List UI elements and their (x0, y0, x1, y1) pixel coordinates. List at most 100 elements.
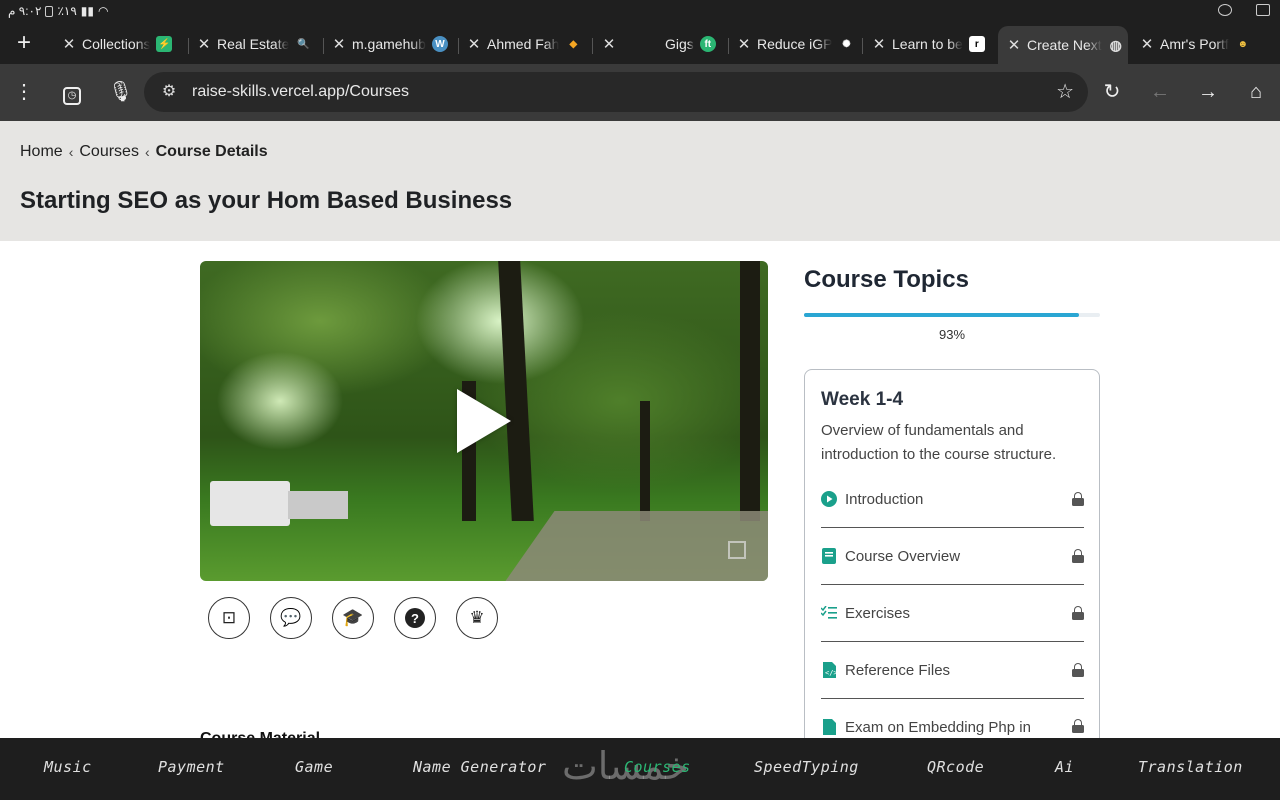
close-tab-icon[interactable]: ✕ (62, 35, 76, 53)
new-tab-button[interactable]: + (12, 31, 36, 56)
nav-music[interactable]: Music (44, 758, 92, 776)
tab-real-estate[interactable]: ✕ Real Estate 🔍 (197, 28, 311, 60)
close-tab-icon[interactable]: ✕ (737, 35, 751, 53)
lock-icon (1072, 492, 1084, 506)
close-tab-icon[interactable]: ✕ (197, 35, 211, 53)
signal-icon: ▮▮ (80, 4, 94, 18)
back-icon[interactable]: ← (1148, 80, 1172, 104)
tab-create-next[interactable]: ✕ Create Next ◍ (998, 26, 1128, 64)
crown-icon[interactable]: ♛ (456, 597, 498, 639)
close-tab-icon[interactable]: ✕ (602, 35, 616, 53)
tree-trunk (640, 401, 650, 521)
tab-switcher-icon[interactable]: ◷ (60, 80, 84, 105)
play-circle-icon (821, 491, 837, 507)
chevron-left-icon: ‹ (68, 144, 74, 160)
close-tab-icon[interactable]: ✕ (467, 35, 481, 53)
lock-icon (1072, 719, 1084, 733)
breadcrumb-current: Course Details (155, 143, 268, 160)
close-tab-icon[interactable]: ✕ (1007, 36, 1021, 54)
home-icon[interactable]: ⌂ (1244, 80, 1268, 104)
forward-icon[interactable]: → (1196, 80, 1220, 104)
ad-icon (1218, 4, 1232, 16)
nav-game[interactable]: Game (295, 758, 333, 776)
bottom-nav: خمسات Music Payment Game Name Generator … (0, 738, 1280, 800)
bookmark-star-icon[interactable]: ☆ (1056, 80, 1074, 104)
course-actions: ⊡ 💬 🎓 ? ♛ (208, 597, 498, 639)
svg-text:</>: </> (825, 669, 836, 677)
tab-blank[interactable]: ✕ (602, 28, 622, 60)
nav-speedtyping[interactable]: SpeedTyping (754, 758, 859, 776)
teacher-icon[interactable]: ⊡ (208, 597, 250, 639)
reload-icon[interactable]: ↻ (1100, 80, 1124, 104)
topic-exercises[interactable]: Exercises (821, 585, 1084, 642)
video-player[interactable] (200, 261, 768, 581)
file-icon (821, 719, 837, 735)
nav-payment[interactable]: Payment (158, 758, 225, 776)
tab-gamehub[interactable]: ✕ m.gamehub W (332, 28, 448, 60)
nav-qrcode[interactable]: QRcode (927, 758, 984, 776)
week-card: Week 1-4 Overview of fundamentals and in… (804, 369, 1100, 789)
chevron-left-icon: ‹ (144, 144, 150, 160)
nav-ai[interactable]: Ai (1055, 758, 1074, 776)
url-text[interactable]: raise-skills.vercel.app/Courses (192, 83, 409, 101)
site-settings-icon[interactable]: ⚙ (158, 81, 180, 103)
play-icon[interactable] (457, 389, 511, 453)
week-title: Week 1-4 (821, 389, 904, 410)
address-bar[interactable]: ⚙ raise-skills.vercel.app/Courses ☆ (144, 72, 1088, 112)
orange-logo-icon: ◆ (569, 38, 578, 50)
tab-gigs[interactable]: Gigs ft (665, 28, 716, 60)
search-emoji-icon: 🔍 (297, 38, 310, 50)
checklist-icon (821, 605, 837, 621)
r-logo-icon: r (968, 36, 985, 52)
tab-amr-portfolio[interactable]: ✕ Amr's Portf ☻ (1140, 28, 1251, 60)
help-icon[interactable]: ? (394, 597, 436, 639)
topic-introduction[interactable]: Introduction (821, 471, 1084, 528)
topic-reference-files[interactable]: </> Reference Files (821, 642, 1084, 699)
progress-fill (804, 313, 1080, 317)
page-title: Starting SEO as your Hom Based Business (20, 187, 513, 214)
code-file-icon: </> (821, 662, 837, 678)
status-bar: ٩:٠٢ م ٪١٩ ▮▮ ◠ (0, 0, 1280, 24)
menu-dots-icon[interactable]: ⋮ (12, 80, 36, 104)
battery-icon (45, 5, 54, 17)
close-tab-icon[interactable]: ✕ (1140, 35, 1154, 53)
avatar-emoji-icon: ☻ (1237, 38, 1249, 50)
gallery-icon (1256, 4, 1270, 16)
close-tab-icon[interactable]: ✕ (872, 35, 886, 53)
ft-logo-icon: ft (699, 36, 716, 52)
wifi-icon: ◠ (98, 4, 109, 18)
breadcrumb-home[interactable]: Home (20, 143, 63, 161)
status-time: ٩:٠٢ م (8, 4, 42, 18)
green-bolt-icon: ⚡ (156, 36, 173, 52)
progress-percent: 93% (938, 327, 966, 342)
tab-collections[interactable]: ✕ Collections ⚡ (62, 28, 173, 60)
fullscreen-icon[interactable] (728, 541, 746, 559)
breadcrumb: Home ‹ Courses ‹ Course Details (20, 143, 268, 161)
nav-courses[interactable]: Courses (624, 758, 691, 776)
graduation-cap-icon[interactable]: 🎓 (332, 597, 374, 639)
course-progress-bar (804, 313, 1100, 317)
bus (288, 491, 348, 519)
course-topics-title: Course Topics (804, 266, 969, 293)
tab-strip: + ✕ Collections ⚡ ✕ Real Estate 🔍 ✕ m.ga… (0, 24, 1280, 64)
close-tab-icon[interactable]: ✕ (332, 35, 346, 53)
nav-name-generator[interactable]: Name Generator (413, 758, 546, 776)
week-description: Overview of fundamentals and introductio… (821, 422, 1057, 463)
tab-reduce[interactable]: ✕ Reduce iGP ✺ (737, 28, 854, 60)
nav-translation[interactable]: Translation (1138, 758, 1243, 776)
tab-learn[interactable]: ✕ Learn to be r (872, 28, 985, 60)
lock-icon (1072, 663, 1084, 677)
globe-icon: ◍ (1109, 36, 1122, 53)
toolbar: ⋮ ◷ 🎙 ⚙ raise-skills.vercel.app/Courses … (0, 64, 1280, 121)
tree-trunk (740, 261, 760, 521)
chat-icon[interactable]: 💬 (270, 597, 312, 639)
page-header: Home ‹ Courses ‹ Course Details Starting… (0, 121, 1280, 241)
breadcrumb-courses[interactable]: Courses (79, 143, 139, 161)
wordpress-icon: W (431, 36, 448, 52)
lock-icon (1072, 549, 1084, 563)
topic-course-overview[interactable]: Course Overview (821, 528, 1084, 585)
truck (210, 481, 290, 526)
tab-ahmed[interactable]: ✕ Ahmed Fah ◆ (467, 28, 581, 60)
openai-icon: ✺ (842, 38, 851, 50)
microphone-icon[interactable]: 🎙 (108, 80, 133, 104)
